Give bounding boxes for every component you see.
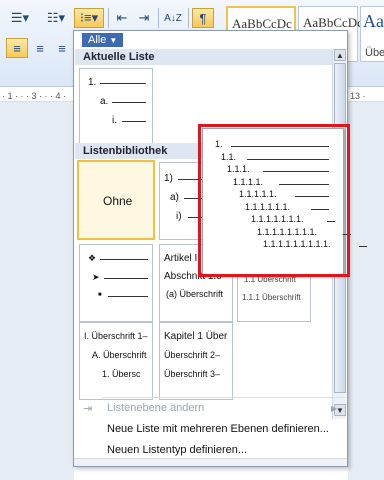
- list-item: I. Überschrift 1–: [84, 331, 148, 341]
- list-none-tile[interactable]: Ohne: [77, 160, 155, 240]
- increase-indent-button[interactable]: ⇥: [134, 8, 154, 28]
- sort-button[interactable]: A↓Z: [162, 8, 184, 28]
- style-nospacing-label: AaBbCcDc: [303, 15, 363, 30]
- ruler-right-mark: 13 ·: [350, 91, 366, 101]
- resize-grip[interactable]: [74, 458, 347, 466]
- chevron-down-icon: ▼: [109, 35, 118, 45]
- menu-separator: [102, 397, 345, 398]
- bullets-button[interactable]: ☰▾: [4, 8, 36, 28]
- multilevel-list-button[interactable]: ⁝≡▾: [74, 8, 104, 28]
- menu-change-list-level[interactable]: ⇥ Listenebene ändern ▶: [75, 399, 345, 417]
- list-headings-roman-tile[interactable]: I. Überschrift 1– A. Überschrift 1. Über…: [79, 322, 153, 400]
- align-center-icon[interactable]: ≡: [30, 38, 50, 58]
- style-heading-sub: Übe: [365, 47, 384, 59]
- list-item: 1.: [88, 77, 97, 88]
- scroll-up-icon[interactable]: ▲: [334, 49, 346, 61]
- show-formatting-button[interactable]: ¶: [192, 8, 214, 28]
- indent-level-icon: ⇥: [83, 402, 93, 415]
- list-item: i): [176, 211, 182, 222]
- square-bullet-icon: ■: [98, 292, 102, 298]
- style-heading-tile[interactable]: Aa Übe: [360, 6, 384, 62]
- list-bullets-tile[interactable]: ❖ ➤ ■: [79, 244, 153, 322]
- document-margin-left: [0, 102, 74, 480]
- decrease-indent-button[interactable]: ⇤: [112, 8, 132, 28]
- list-item: 1): [164, 173, 173, 184]
- list-item: (a) Überschrift: [166, 289, 224, 299]
- list-item: Artikel I.: [164, 253, 201, 264]
- chevron-right-icon: ▶: [331, 403, 338, 413]
- style-heading-label: Aa: [363, 11, 384, 31]
- highlight-box: [198, 124, 350, 277]
- filter-label: Alle: [88, 34, 107, 46]
- align-left-icon[interactable]: ≡: [6, 38, 28, 58]
- list-item: Kapitel 1 Über: [164, 331, 228, 342]
- document-margin-right: [348, 102, 384, 480]
- style-normal-label: AaBbCcDc: [232, 16, 292, 31]
- menu-define-multilevel[interactable]: Neue Liste mit mehreren Ebenen definiere…: [75, 420, 345, 438]
- filter-dropdown[interactable]: Alle ▼: [82, 33, 124, 47]
- none-label: Ohne: [103, 194, 133, 208]
- align-right-icon[interactable]: ≡: [52, 38, 72, 58]
- list-item: A. Überschrift: [92, 350, 147, 360]
- preview-level-line: [359, 246, 367, 247]
- arrow-bullet-icon: ➤: [92, 272, 100, 282]
- list-item: i.: [112, 115, 117, 126]
- numbering-button[interactable]: ☷▾: [42, 8, 70, 28]
- list-item: a): [170, 192, 179, 203]
- current-list-tile[interactable]: 1. a. i.: [79, 68, 153, 146]
- menu-define-style-label: Neuen Listentyp definieren...: [107, 444, 248, 456]
- list-item: Überschrift 2–: [164, 350, 221, 360]
- diamond-bullet-icon: ❖: [88, 253, 97, 263]
- list-item: 1. Übersc: [102, 369, 141, 379]
- list-item: Überschrift 3–: [164, 369, 221, 379]
- list-item: 1.1.1 Überschrift: [242, 293, 301, 302]
- menu-define-multilevel-label: Neue Liste mit mehreren Ebenen definiere…: [107, 423, 329, 435]
- menu-change-level-label: Listenebene ändern: [107, 402, 205, 414]
- list-item: a.: [100, 96, 109, 107]
- list-chapter-tile[interactable]: Kapitel 1 Über Überschrift 2– Überschrif…: [159, 322, 233, 400]
- section-current-list: Aktuelle Liste: [75, 49, 335, 65]
- ruler-left-marks: · 1 · · · 3 · · · 4 ·: [2, 91, 66, 101]
- menu-define-list-style[interactable]: Neuen Listentyp definieren...: [75, 441, 345, 459]
